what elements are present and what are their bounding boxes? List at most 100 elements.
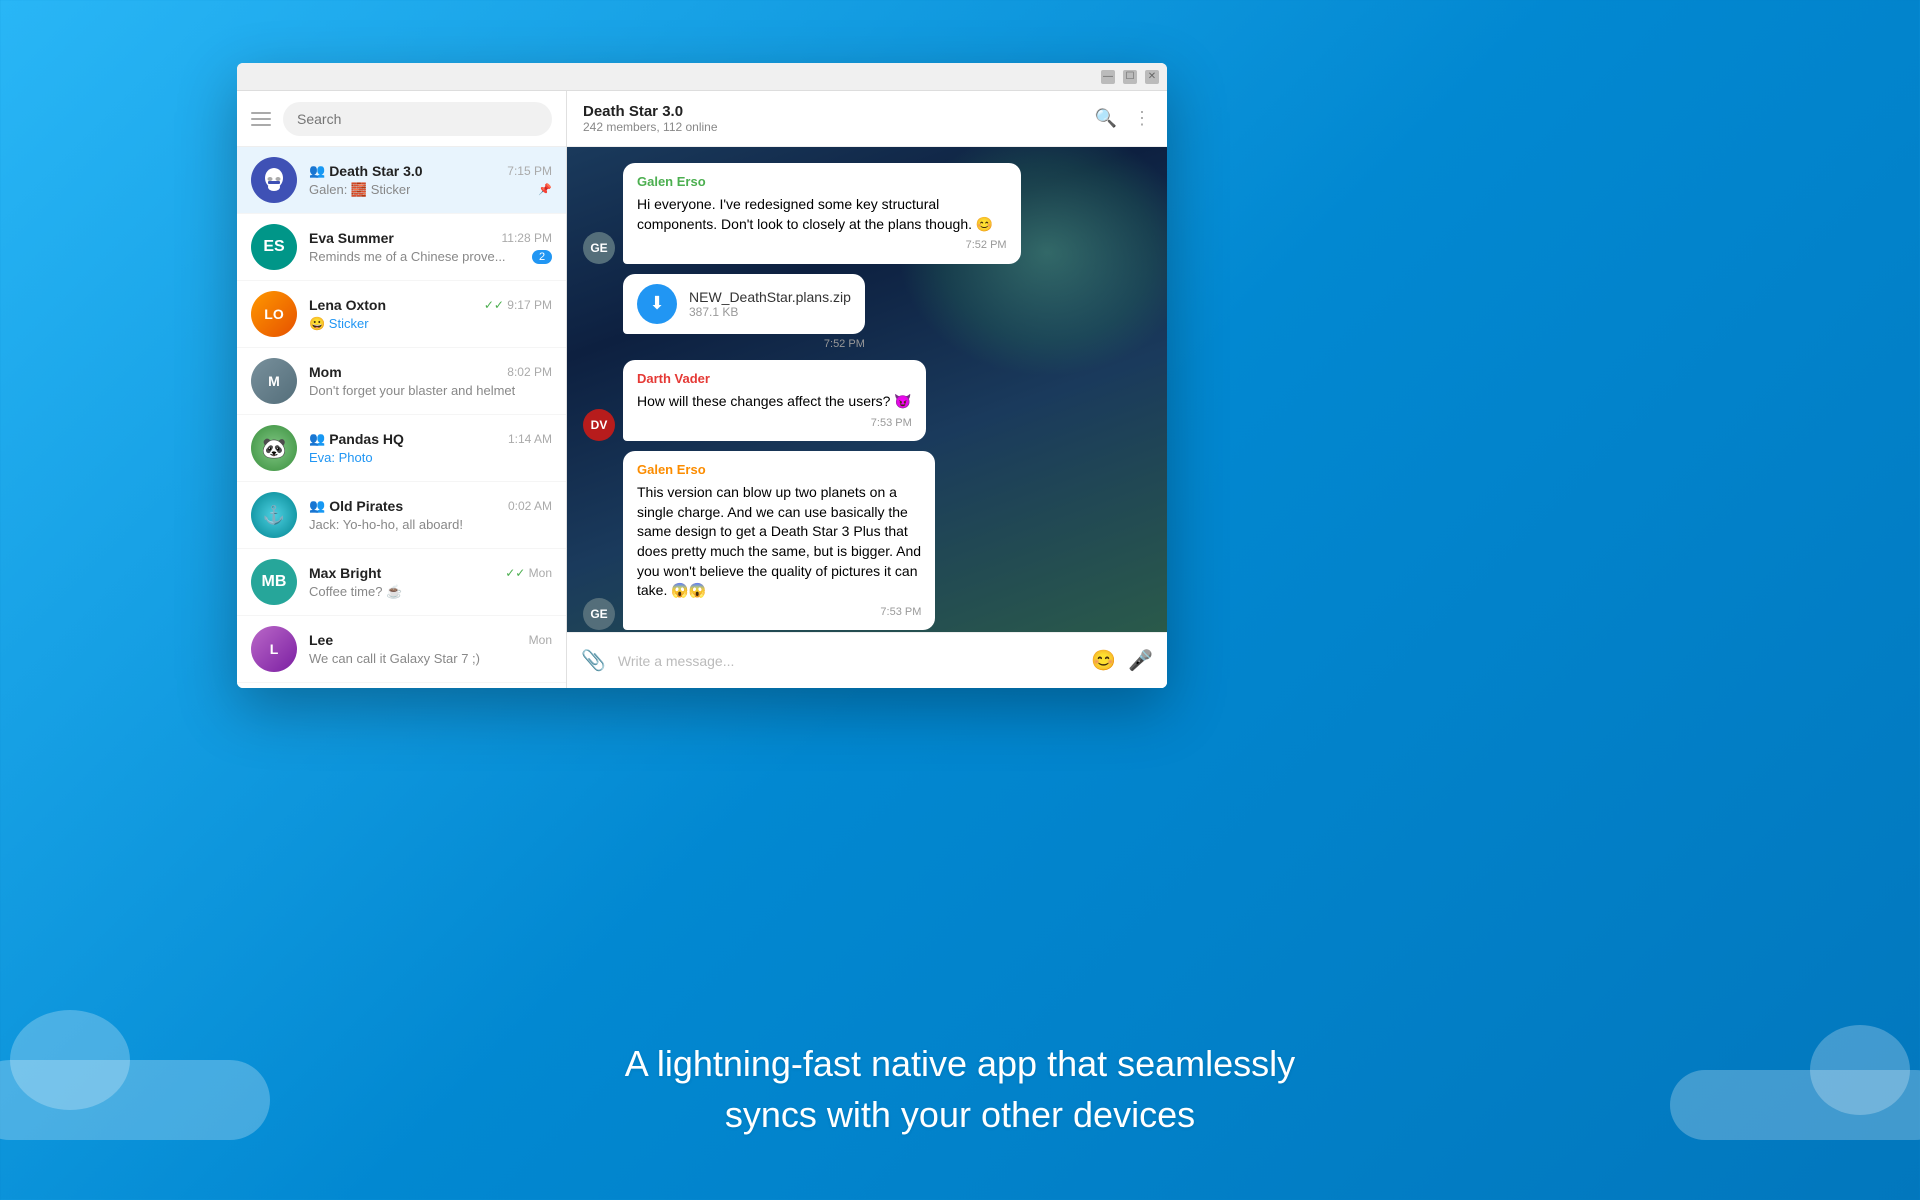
tagline: A lightning-fast native app that seamles… bbox=[0, 1039, 1920, 1140]
title-bar: — ☐ ✕ bbox=[237, 63, 1167, 91]
avatar-eva-summer: ES bbox=[251, 224, 297, 270]
chat-item-pandas-hq[interactable]: 🐼 👥 Pandas HQ 1:14 AM Eva: Photo bbox=[237, 415, 566, 482]
chat-header: Death Star 3.0 242 members, 112 online 🔍… bbox=[567, 91, 1167, 147]
message-bubble-3: Darth Vader How will these changes affec… bbox=[623, 360, 926, 441]
msg-avatar-galen: GE bbox=[583, 232, 615, 264]
chat-name-lena-oxton: Lena Oxton bbox=[309, 297, 386, 313]
message-bubble-1: Galen Erso Hi everyone. I've redesigned … bbox=[623, 163, 1021, 264]
chat-preview-eva-summer: Reminds me of a Chinese prove... bbox=[309, 249, 506, 264]
chat-name-lee: Lee bbox=[309, 632, 333, 648]
message-row-2: GE ⬇ NEW_DeathStar.plans.zip 387.1 KB 7:… bbox=[583, 274, 1151, 350]
tagline-line1: A lightning-fast native app that seamles… bbox=[0, 1039, 1920, 1089]
pin-icon: 📌 bbox=[538, 183, 552, 196]
chat-item-eva-summer[interactable]: ES Eva Summer 11:28 PM Reminds me of a C… bbox=[237, 214, 566, 281]
avatar-pandas-hq: 🐼 bbox=[251, 425, 297, 471]
attachment-icon[interactable]: 📎 bbox=[581, 648, 606, 673]
message-meta-3: 7:53 PM bbox=[637, 416, 912, 431]
message-input[interactable] bbox=[618, 653, 1079, 669]
chat-time-eva-summer: 11:28 PM bbox=[502, 231, 552, 245]
avatar-death-star bbox=[251, 157, 297, 203]
file-attachment-container: ⬇ NEW_DeathStar.plans.zip 387.1 KB 7:52 … bbox=[623, 274, 865, 350]
avatar-lee: L bbox=[251, 626, 297, 672]
chat-info-old-pirates: 👥 Old Pirates 0:02 AM Jack: Yo-ho-ho, al… bbox=[309, 498, 552, 532]
file-attachment[interactable]: ⬇ NEW_DeathStar.plans.zip 387.1 KB bbox=[623, 274, 865, 334]
input-area: 📎 😊 🎤 bbox=[567, 632, 1167, 688]
tagline-line2: syncs with your other devices bbox=[0, 1090, 1920, 1140]
group-icon: 👥 bbox=[309, 163, 325, 179]
menu-button[interactable] bbox=[251, 112, 271, 126]
app-window: — ☐ ✕ bbox=[237, 63, 1167, 688]
chat-preview-death-star: Galen: 🧱 Sticker bbox=[309, 182, 410, 198]
message-bubble-4: Galen Erso This version can blow up two … bbox=[623, 451, 935, 630]
maximize-button[interactable]: ☐ bbox=[1123, 70, 1137, 84]
emoji-icon[interactable]: 😊 bbox=[1091, 648, 1116, 673]
sidebar-header bbox=[237, 91, 566, 147]
chat-preview-pandas: Eva: Photo bbox=[309, 450, 373, 465]
search-chat-icon[interactable]: 🔍 bbox=[1095, 108, 1117, 129]
sidebar: 👥 Death Star 3.0 7:15 PM Galen: 🧱 Sticke… bbox=[237, 91, 567, 688]
avatar-old-pirates: ⚓ bbox=[251, 492, 297, 538]
avatar-max-bright: MB bbox=[251, 559, 297, 605]
chat-header-status: 242 members, 112 online bbox=[583, 120, 1095, 134]
chat-item-death-star[interactable]: 👥 Death Star 3.0 7:15 PM Galen: 🧱 Sticke… bbox=[237, 147, 566, 214]
chat-item-mom[interactable]: M Mom 8:02 PM Don't forget your blaster … bbox=[237, 348, 566, 415]
chat-preview-old-pirates: Jack: Yo-ho-ho, all aboard! bbox=[309, 517, 463, 532]
chat-item-alexandra-z[interactable]: AZ Alexandra Z Mon Workout_Shedule.pdf bbox=[237, 683, 566, 688]
chat-item-lena-oxton[interactable]: LO Lena Oxton ✓✓ 9:17 PM 😀 Sticker bbox=[237, 281, 566, 348]
chat-info-lena-oxton: Lena Oxton ✓✓ 9:17 PM 😀 Sticker bbox=[309, 297, 552, 332]
msg-avatar-darth: DV bbox=[583, 409, 615, 441]
chat-name-old-pirates: 👥 Old Pirates bbox=[309, 498, 403, 514]
file-meta: 7:52 PM bbox=[623, 338, 865, 350]
chat-time-death-star: 7:15 PM bbox=[507, 164, 552, 178]
chat-item-old-pirates[interactable]: ⚓ 👥 Old Pirates 0:02 AM Jack: Yo-ho-ho, … bbox=[237, 482, 566, 549]
chat-info-eva-summer: Eva Summer 11:28 PM Reminds me of a Chin… bbox=[309, 230, 552, 264]
chat-preview-mom: Don't forget your blaster and helmet bbox=[309, 383, 515, 398]
chat-header-name: Death Star 3.0 bbox=[583, 103, 1095, 120]
search-input[interactable] bbox=[297, 111, 538, 127]
voice-icon[interactable]: 🎤 bbox=[1128, 648, 1153, 673]
chat-info-death-star: 👥 Death Star 3.0 7:15 PM Galen: 🧱 Sticke… bbox=[309, 163, 552, 198]
sender-name-galen2: Galen Erso bbox=[637, 461, 921, 479]
unread-badge-eva: 2 bbox=[532, 250, 552, 264]
chat-preview-lena: 😀 Sticker bbox=[309, 316, 369, 332]
message-meta-4: 7:53 PM bbox=[637, 605, 921, 620]
chat-name-max-bright: Max Bright bbox=[309, 565, 381, 581]
chat-info-pandas-hq: 👥 Pandas HQ 1:14 AM Eva: Photo bbox=[309, 431, 552, 465]
file-name: NEW_DeathStar.plans.zip bbox=[689, 289, 851, 305]
avatar-lena-oxton: LO bbox=[251, 291, 297, 337]
chat-item-max-bright[interactable]: MB Max Bright ✓✓ Mon Coffee time? ☕ bbox=[237, 549, 566, 616]
tick-icon-max: ✓✓ bbox=[505, 566, 525, 580]
messages-area[interactable]: GE Galen Erso Hi everyone. I've redesign… bbox=[567, 147, 1167, 632]
message-text-1: Hi everyone. I've redesigned some key st… bbox=[637, 195, 1007, 234]
chat-time-pandas-hq: 1:14 AM bbox=[508, 432, 552, 446]
more-options-icon[interactable]: ⋮ bbox=[1133, 108, 1151, 129]
search-box[interactable] bbox=[283, 102, 552, 136]
chat-name-pandas-hq: 👥 Pandas HQ bbox=[309, 431, 404, 447]
chat-info-mom: Mom 8:02 PM Don't forget your blaster an… bbox=[309, 364, 552, 398]
file-size: 387.1 KB bbox=[689, 305, 851, 319]
messages-content: GE Galen Erso Hi everyone. I've redesign… bbox=[583, 163, 1151, 632]
close-button[interactable]: ✕ bbox=[1145, 70, 1159, 84]
chat-item-lee[interactable]: L Lee Mon We can call it Galaxy Star 7 ;… bbox=[237, 616, 566, 683]
chat-info-max-bright: Max Bright ✓✓ Mon Coffee time? ☕ bbox=[309, 565, 552, 600]
sender-name-galen: Galen Erso bbox=[637, 173, 1007, 191]
chat-header-actions: 🔍 ⋮ bbox=[1095, 108, 1151, 129]
chat-list: 👥 Death Star 3.0 7:15 PM Galen: 🧱 Sticke… bbox=[237, 147, 566, 688]
file-info: NEW_DeathStar.plans.zip 387.1 KB bbox=[689, 289, 851, 319]
chat-preview-max-bright: Coffee time? ☕ bbox=[309, 584, 402, 600]
chat-preview-lee: We can call it Galaxy Star 7 ;) bbox=[309, 651, 480, 666]
tick-icon-lena: ✓✓ bbox=[484, 298, 504, 312]
chat-time-lee: Mon bbox=[529, 633, 552, 647]
chat-panel: Death Star 3.0 242 members, 112 online 🔍… bbox=[567, 91, 1167, 688]
minimize-button[interactable]: — bbox=[1101, 70, 1115, 84]
message-text-3: How will these changes affect the users?… bbox=[637, 392, 912, 412]
avatar-mom: M bbox=[251, 358, 297, 404]
chat-name-mom: Mom bbox=[309, 364, 342, 380]
message-meta-1: 7:52 PM bbox=[637, 238, 1007, 253]
message-row-3: DV Darth Vader How will these changes af… bbox=[583, 360, 1151, 441]
chat-time-lena-oxton: ✓✓ 9:17 PM bbox=[484, 298, 552, 312]
message-text-4: This version can blow up two planets on … bbox=[637, 483, 921, 601]
chat-time-max-bright: ✓✓ Mon bbox=[505, 566, 552, 580]
message-row-4: GE Galen Erso This version can blow up t… bbox=[583, 451, 1151, 630]
chat-info-lee: Lee Mon We can call it Galaxy Star 7 ;) bbox=[309, 632, 552, 666]
